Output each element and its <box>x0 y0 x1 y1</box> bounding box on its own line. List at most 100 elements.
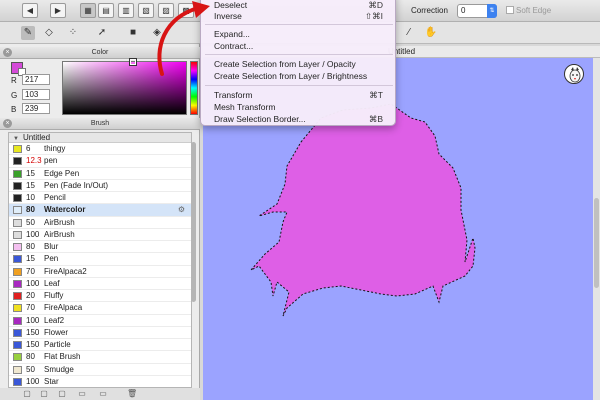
brush-name: Watercolor <box>44 205 86 215</box>
menu-item-label: Create Selection from Layer / Opacity <box>214 59 356 69</box>
menu-item-contract[interactable]: Contract... <box>214 41 390 51</box>
menu-item-transform[interactable]: Transform ⌘T <box>214 90 390 100</box>
menu-item-expand[interactable]: Expand... <box>214 29 390 39</box>
brush-item[interactable]: 50 AirBrush <box>9 217 191 229</box>
color-picker-marker[interactable] <box>129 58 137 66</box>
brush-color-swatch <box>13 267 22 276</box>
folder-icon[interactable]: ▭ <box>98 389 108 399</box>
brush-item[interactable]: 100 Leaf <box>9 278 191 290</box>
view-icon[interactable]: ▦ <box>80 3 96 18</box>
menu-shortcut: ⇧⌘I <box>365 11 383 21</box>
menu-item-selection-opacity[interactable]: Create Selection from Layer / Opacity <box>214 59 390 69</box>
brush-name: AirBrush <box>44 229 75 239</box>
brush-name: Leaf2 <box>44 315 65 325</box>
scroll-thumb[interactable] <box>594 198 599 288</box>
menu-item-draw-selection-border[interactable]: Draw Selection Border... ⌘B <box>214 114 390 124</box>
scroll-thumb[interactable] <box>191 142 196 302</box>
brush-name: FireAlpaca <box>44 303 83 313</box>
brush-size: 15 <box>26 168 35 178</box>
brush-list-scrollbar[interactable] <box>191 142 197 382</box>
hand-icon[interactable]: ✋ <box>424 26 438 40</box>
new-brush-icon[interactable]: ▢ <box>22 389 32 399</box>
menu-item-label: Create Selection from Layer / Brightness <box>214 71 368 81</box>
menu-item-deselect[interactable]: Deselect ⌘D <box>214 0 390 10</box>
brush-group-header[interactable]: ▼ Untitled <box>9 133 191 143</box>
brush-size: 100 <box>26 229 40 239</box>
menu-item-mesh-transform[interactable]: Mesh Transform <box>214 102 390 112</box>
close-icon[interactable]: × <box>3 48 12 57</box>
brush-size: 80 <box>26 352 35 362</box>
menu-item-label: Draw Selection Border... <box>214 114 306 124</box>
brush-item[interactable]: 50 Smudge <box>9 364 191 376</box>
brush-item[interactable]: 15 Pen <box>9 253 191 266</box>
brush-item[interactable]: 100 Leaf2 <box>9 315 191 327</box>
brush-item[interactable]: 15 Edge Pen <box>9 168 191 180</box>
fill-icon[interactable]: ■ <box>126 26 140 40</box>
trash-icon[interactable]: 🗑 <box>127 389 137 399</box>
nav-back-icon[interactable]: ◀︎ <box>22 3 38 18</box>
duplicate-brush-icon[interactable]: ▢ <box>39 389 49 399</box>
brush-item[interactable]: 100 Star <box>9 376 191 387</box>
eyedropper-icon[interactable]: ⁄ <box>402 26 416 40</box>
color-panel-title: Color <box>91 49 109 56</box>
eraser-icon[interactable]: ◇ <box>42 26 56 40</box>
brush-size: 50 <box>26 217 35 227</box>
brush-color-swatch <box>13 341 22 349</box>
brush-item[interactable]: 20 Fluffy <box>9 290 191 303</box>
disclosure-triangle-icon[interactable]: ▼ <box>13 136 19 142</box>
brush-color-swatch <box>13 255 22 264</box>
brush-item[interactable]: 10 Pencil <box>9 192 191 205</box>
canvas-scrollbar[interactable] <box>593 58 600 400</box>
menu-item-inverse[interactable]: Inverse ⇧⌘I <box>214 11 390 21</box>
firealpaca-mascot-icon <box>564 64 584 84</box>
brush-size: 50 <box>26 364 35 374</box>
brush-item[interactable]: 100 AirBrush <box>9 229 191 241</box>
brush-size: 10 <box>26 193 35 202</box>
red-input[interactable]: 217 <box>22 74 50 85</box>
soft-edge-checkbox[interactable]: Soft Edge <box>506 6 551 15</box>
brush-color-swatch <box>13 328 22 337</box>
dots-icon[interactable]: ⁘ <box>66 26 80 40</box>
brush-color-swatch <box>13 353 22 362</box>
brush-item[interactable]: 70 FireAlpaca <box>9 302 191 315</box>
chevron-updown-icon[interactable]: ⇅ <box>487 4 497 18</box>
brush-item[interactable]: 150 Particle <box>9 339 191 352</box>
brush-item[interactable]: 150 Flower <box>9 327 191 339</box>
brush-name: Flat Brush <box>44 352 81 362</box>
brush-item[interactable]: 12.3 pen <box>9 155 191 168</box>
brush-item[interactable]: 80 Watercolor ⚙ <box>9 204 191 217</box>
brush-item[interactable]: 80 Blur <box>9 241 191 254</box>
menu-separator <box>205 54 393 55</box>
brush-name: Pen <box>44 254 59 264</box>
green-input[interactable]: 103 <box>22 89 50 100</box>
grid-icon[interactable]: ▥ <box>118 3 134 18</box>
brush-size: 80 <box>26 242 35 251</box>
gear-icon[interactable]: ⚙ <box>178 204 185 215</box>
blue-label: B <box>11 105 17 114</box>
brush-name: Smudge <box>44 364 74 374</box>
grid-icon[interactable]: ▤ <box>98 3 114 18</box>
brush-size: 12.3 <box>26 156 42 166</box>
brush-color-swatch <box>13 230 22 239</box>
brush-item[interactable]: 80 Flat Brush <box>9 351 191 364</box>
brush-item[interactable]: 6 thingy <box>9 143 191 156</box>
nav-forward-icon[interactable]: ▶︎ <box>50 3 66 18</box>
green-label: G <box>11 91 18 100</box>
brush-size: 100 <box>26 315 40 325</box>
brush-size: 80 <box>26 205 35 215</box>
brush-color-swatch <box>13 243 22 251</box>
blue-input[interactable]: 239 <box>22 103 50 114</box>
menu-item-selection-brightness[interactable]: Create Selection from Layer / Brightness <box>214 71 390 81</box>
copy-brush-icon[interactable]: ▢ <box>57 389 67 399</box>
brush-item[interactable]: 70 FireAlpaca2 <box>9 266 191 278</box>
correction-select[interactable]: 0 ⇅ <box>457 4 497 18</box>
brush-name: AirBrush <box>44 217 75 227</box>
brush-group-name: Untitled <box>22 133 51 142</box>
menu-separator <box>205 24 393 25</box>
folder-icon[interactable]: ▭ <box>77 389 87 399</box>
brush-item[interactable]: 15 Pen (Fade In/Out) <box>9 180 191 192</box>
close-icon[interactable]: × <box>3 119 12 128</box>
checkbox-icon[interactable] <box>506 6 514 14</box>
brush-icon[interactable]: ✎ <box>21 26 35 40</box>
move-icon[interactable]: ➚ <box>95 26 109 40</box>
